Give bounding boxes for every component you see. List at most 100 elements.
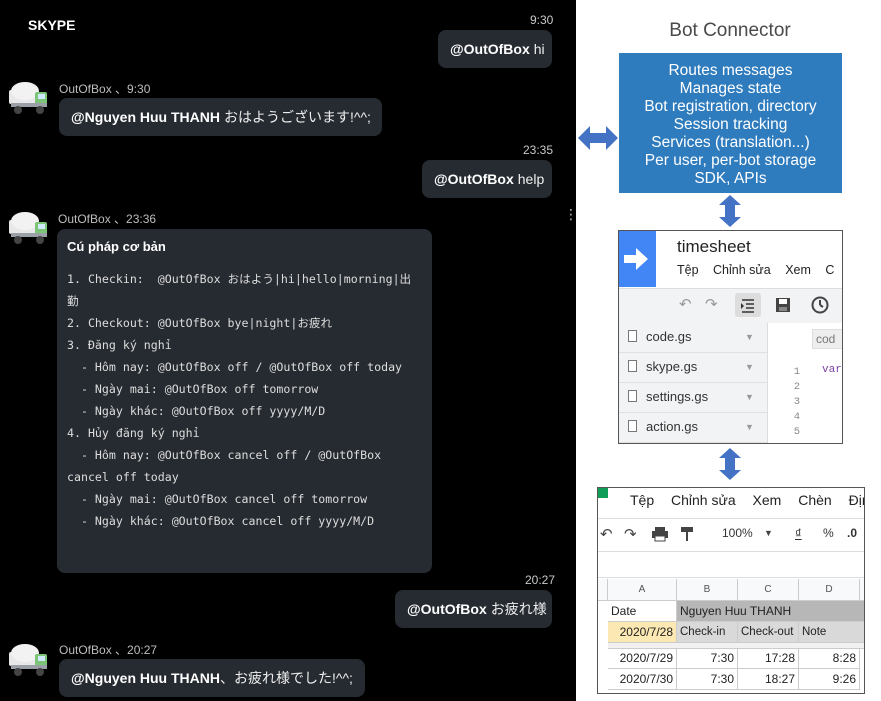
cell[interactable]: 7:30 <box>677 669 738 690</box>
caret-down-icon[interactable]: ▼ <box>745 362 754 372</box>
mention[interactable]: @Nguyen Huu THANH <box>71 109 220 125</box>
cell[interactable]: Nguyen Huu THANH <box>677 601 864 622</box>
cell[interactable]: 2020/7/29 <box>608 648 677 669</box>
undo-icon[interactable]: ↶ <box>679 295 692 313</box>
formula-bar[interactable] <box>598 553 864 578</box>
cell[interactable]: 2020/7/30 <box>608 669 677 690</box>
sheet-toolbar: ↶ ↷ 100% ▼ ₫ % .0 <box>598 518 864 552</box>
print-icon[interactable] <box>651 526 669 547</box>
feature-line: Routes messages <box>668 62 793 79</box>
file-item[interactable]: settings.gs ▼ <box>619 383 767 413</box>
sheets-logo <box>598 488 608 498</box>
message-time: 9:30 <box>530 13 554 27</box>
mention[interactable]: @OutOfBox <box>434 171 514 187</box>
help-title: Cú pháp cơ bản <box>67 239 166 254</box>
sheet-menu: Tệp Chỉnh sửa Xem Chèn Định <box>630 492 864 508</box>
code-text: var <box>822 364 842 376</box>
column-header[interactable]: A <box>608 579 677 601</box>
decimal-format-button[interactable]: .0 <box>847 526 857 540</box>
redo-icon[interactable]: ↷ <box>705 295 718 313</box>
help-message[interactable]: Cú pháp cơ bản 1. Checkin: @OutOfBox おはよ… <box>57 229 432 573</box>
save-icon[interactable] <box>775 297 791 318</box>
menu-edit[interactable]: Chỉnh sửa <box>671 492 736 508</box>
menu-file[interactable]: Tệp <box>677 263 699 277</box>
caret-down-icon[interactable]: ▼ <box>764 528 773 538</box>
cell[interactable]: Check-out <box>738 622 799 643</box>
double-arrow-vertical <box>719 448 741 480</box>
sent-message[interactable]: @OutOfBox hi <box>438 30 552 68</box>
currency-format-button[interactable]: ₫ <box>795 526 802 541</box>
help-line: cancel off today <box>67 470 179 484</box>
skype-chat-panel: SKYPE 9:30 @OutOfBox hi OutOfBox 、9:30 @… <box>0 0 576 701</box>
truck-icon <box>9 82 47 114</box>
help-line: 4. Hủy đăng ký nghỉ <box>67 426 200 440</box>
undo-icon[interactable]: ↶ <box>600 525 613 543</box>
help-line: 2. Checkout: @OutOfBox bye|night|お疲れ <box>67 316 333 330</box>
feature-line: Per user, per-bot storage <box>644 152 817 169</box>
menu-more[interactable]: C <box>825 263 834 277</box>
code-area[interactable]: cod 1 2 3 4 5 var <box>767 323 842 443</box>
bot-avatar[interactable] <box>7 208 51 248</box>
cell[interactable]: 17:28 <box>738 648 799 669</box>
message-time: 20:27 <box>525 573 556 587</box>
zoom-select[interactable]: 100% <box>722 526 753 540</box>
received-message[interactable]: @Nguyen Huu THANH おはようございます!^^; <box>59 98 382 136</box>
menu-format[interactable]: Định <box>849 492 864 508</box>
message-time: 23:35 <box>523 143 554 157</box>
file-item[interactable]: skype.gs ▼ <box>619 353 767 383</box>
menu-file[interactable]: Tệp <box>630 492 654 508</box>
caret-down-icon[interactable]: ▼ <box>745 332 754 342</box>
line-number: 5 <box>793 426 800 438</box>
menu-insert[interactable]: Chèn <box>798 492 831 508</box>
mention[interactable]: @OutOfBox <box>450 41 530 57</box>
indent-icon[interactable] <box>735 293 761 317</box>
clock-icon[interactable] <box>811 296 829 319</box>
project-title[interactable]: timesheet <box>677 237 751 257</box>
message-text: おはようございます!^^; <box>223 109 371 125</box>
column-header[interactable]: B <box>677 579 738 601</box>
file-item[interactable]: code.gs ▼ <box>619 323 767 353</box>
received-message[interactable]: @Nguyen Huu THANH 、お疲れ様でした!^^; <box>59 659 365 697</box>
caret-down-icon[interactable]: ▼ <box>745 422 754 432</box>
truck-icon <box>9 644 47 676</box>
mention[interactable]: @Nguyen Huu THANH <box>71 670 220 686</box>
mention[interactable]: @OutOfBox <box>407 601 487 617</box>
code-tab[interactable]: cod <box>812 329 842 349</box>
cell[interactable]: 7:30 <box>677 648 738 669</box>
editor-toolbar: ↶ ↷ <box>619 288 842 324</box>
file-icon <box>628 360 637 372</box>
sent-message[interactable]: @OutOfBox お疲れ様 <box>395 590 552 628</box>
cell[interactable]: 8:28 <box>799 648 860 669</box>
cell[interactable]: Note <box>799 622 864 643</box>
row-header-corner <box>598 579 608 601</box>
file-name: settings.gs <box>646 389 709 404</box>
cell[interactable]: 9:26 <box>799 669 860 690</box>
cell[interactable]: Check-in <box>677 622 738 643</box>
help-line: 勤 <box>67 294 79 308</box>
sent-message[interactable]: @OutOfBox help <box>422 160 552 198</box>
caret-down-icon[interactable]: ▼ <box>745 392 754 402</box>
paint-format-icon[interactable] <box>680 526 694 547</box>
bot-avatar[interactable] <box>7 640 51 680</box>
help-line: 1. Checkin: @OutOfBox おはよう|hi|hello|morn… <box>67 272 412 286</box>
help-line: - Ngày mai: @OutOfBox cancel off tomorro… <box>67 492 368 506</box>
menu-edit[interactable]: Chỉnh sửa <box>713 263 771 277</box>
cell[interactable]: 2020/7/28 <box>608 622 677 643</box>
cell[interactable]: 18:27 <box>738 669 799 690</box>
message-text: お疲れ様 <box>490 601 547 617</box>
redo-icon[interactable]: ↷ <box>624 525 637 543</box>
help-line: 3. Đăng ký nghỉ <box>67 338 172 352</box>
column-header[interactable]: D <box>799 579 860 601</box>
column-header[interactable]: C <box>738 579 799 601</box>
more-options-icon[interactable]: ⋮ <box>564 208 576 222</box>
menu-view[interactable]: Xem <box>785 263 811 277</box>
menu-view[interactable]: Xem <box>753 492 782 508</box>
percent-format-button[interactable]: % <box>823 526 834 540</box>
bot-avatar[interactable] <box>7 78 51 118</box>
help-line: - Ngày mai: @OutOfBox off tomorrow <box>67 382 319 396</box>
file-item[interactable]: action.gs ▼ <box>619 413 767 443</box>
file-list: code.gs ▼ skype.gs ▼ settings.gs ▼ actio… <box>619 323 767 443</box>
feature-line: SDK, APIs <box>694 170 767 187</box>
column-header <box>860 579 864 601</box>
cell[interactable]: Date <box>608 601 677 622</box>
